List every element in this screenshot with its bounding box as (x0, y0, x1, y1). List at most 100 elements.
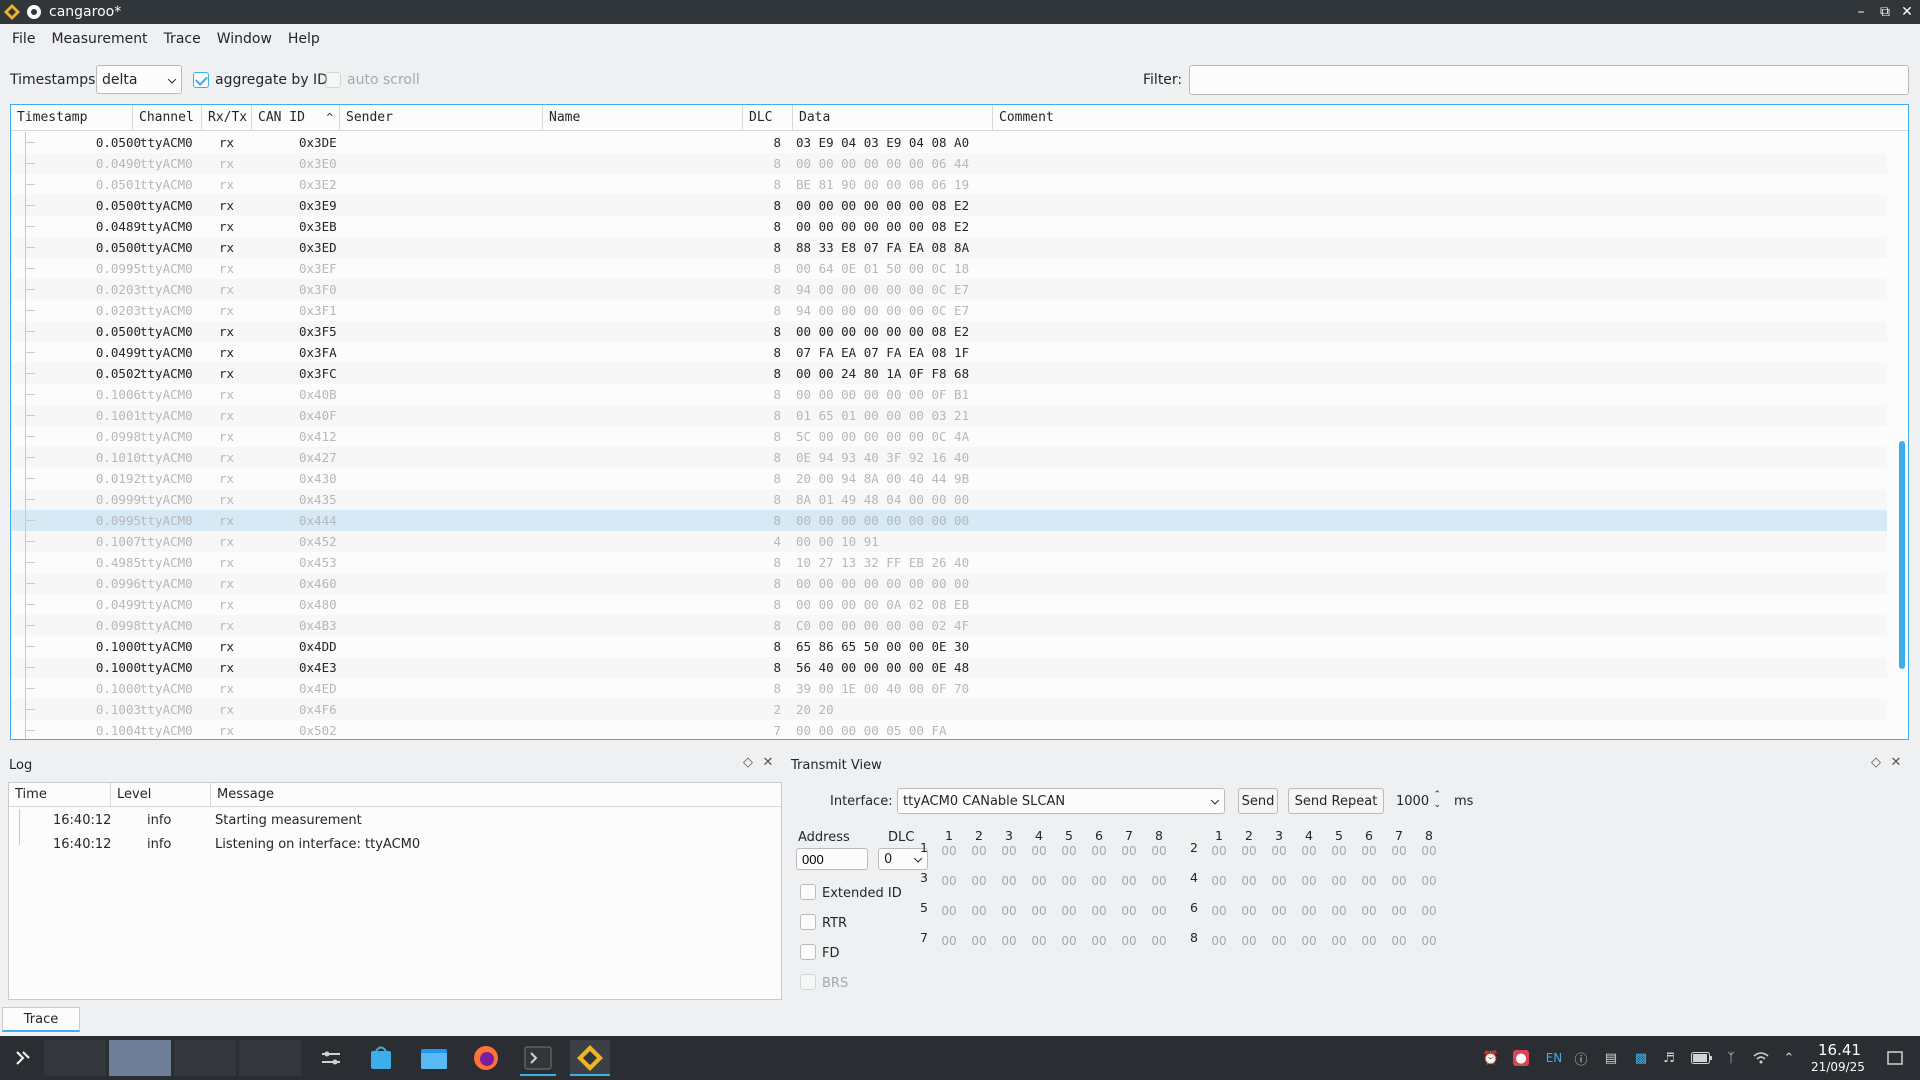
table-row[interactable]: 0.1000 ttyACM0 rx 0x4ED 8 39 00 1E 00 40 00 0… (11, 678, 1887, 699)
table-row[interactable]: 0.1010 ttyACM0 rx 0x427 8 0E 94 93 40 3F 92 1… (11, 447, 1887, 468)
maximize-icon[interactable]: ⧉ (1874, 0, 1896, 24)
menu-trace[interactable]: Trace (156, 31, 209, 47)
table-row[interactable]: 0.1007 ttyACM0 rx 0x452 4 00 00 10 91 (11, 531, 1887, 552)
byte-input[interactable]: 00 (1056, 934, 1082, 948)
close-icon[interactable]: ✕ (760, 754, 776, 770)
col-comment[interactable]: Comment (993, 105, 1887, 131)
col-data[interactable]: Data (793, 105, 993, 131)
app-launcher-icon[interactable] (8, 1040, 36, 1076)
float-icon[interactable]: ◇ (1868, 754, 1884, 770)
show-desktop-icon[interactable] (1886, 1050, 1904, 1066)
byte-input[interactable]: 00 (1026, 904, 1052, 918)
trace-scrollbar-thumb[interactable] (1899, 441, 1905, 669)
wifi-icon[interactable] (1753, 1050, 1769, 1066)
autoscroll-checkbox[interactable] (325, 72, 341, 88)
col-channel[interactable]: Channel (133, 105, 202, 131)
table-row[interactable]: 0.1003 ttyACM0 rx 0x4F6 2 20 20 (11, 699, 1887, 720)
table-row[interactable]: 0.1001 ttyACM0 rx 0x40F 8 01 65 01 00 00 00 0… (11, 405, 1887, 426)
menu-help[interactable]: Help (280, 31, 328, 47)
byte-input[interactable]: 00 (1146, 934, 1172, 948)
rtr-checkbox[interactable] (800, 914, 816, 930)
byte-input[interactable]: 00 (936, 874, 962, 888)
table-row[interactable]: 0.1006 ttyACM0 rx 0x40B 8 00 00 00 00 00 00 0… (11, 384, 1887, 405)
aggregate-checkbox[interactable] (193, 72, 209, 88)
col-dlc[interactable]: DLC (743, 105, 793, 131)
log-col-message[interactable]: Message (211, 783, 781, 807)
store-icon[interactable] (366, 1040, 396, 1076)
app-tray-icon[interactable]: ● (1513, 1050, 1529, 1066)
byte-input[interactable]: 00 (1266, 934, 1292, 948)
byte-input[interactable]: 00 (1266, 874, 1292, 888)
filter-input[interactable] (1189, 65, 1909, 95)
byte-input[interactable]: 00 (1296, 934, 1322, 948)
col-rxtx[interactable]: Rx/Tx (202, 105, 252, 131)
byte-input[interactable]: 00 (1206, 904, 1232, 918)
table-row[interactable]: 0.0203 ttyACM0 rx 0x3F1 8 94 00 00 00 00 00 0… (11, 300, 1887, 321)
byte-input[interactable]: 00 (1056, 874, 1082, 888)
interface-select[interactable]: ttyACM0 CANable SLCAN (897, 788, 1225, 814)
brs-checkbox[interactable] (800, 974, 816, 990)
col-name[interactable]: Name (543, 105, 743, 131)
log-col-level[interactable]: Level (111, 783, 211, 807)
byte-input[interactable]: 00 (1116, 934, 1142, 948)
byte-input[interactable]: 00 (1236, 874, 1262, 888)
byte-input[interactable]: 00 (996, 844, 1022, 858)
address-input[interactable] (796, 848, 868, 870)
byte-input[interactable]: 00 (996, 904, 1022, 918)
byte-input[interactable]: 00 (1206, 844, 1232, 858)
byte-input[interactable]: 00 (1236, 844, 1262, 858)
virtual-desktop-2[interactable] (109, 1040, 171, 1076)
battery-icon[interactable] (1691, 1050, 1713, 1066)
byte-input[interactable]: 00 (966, 904, 992, 918)
byte-input[interactable]: 00 (996, 934, 1022, 948)
clock-date[interactable]: 21/09/25 (1808, 1060, 1868, 1074)
byte-input[interactable]: 00 (1086, 904, 1112, 918)
extended-id-checkbox[interactable] (800, 884, 816, 900)
spin-updown-icon[interactable]: ⌃ ⌄ (1433, 790, 1441, 810)
table-row[interactable]: 0.0500 ttyACM0 rx 0x3DE 8 03 E9 04 03 E9 04 0… (11, 132, 1887, 153)
trace-table[interactable]: Timestamp Channel Rx/Tx CAN ID ^ Sender … (10, 104, 1909, 740)
table-row[interactable]: 0.0499 ttyACM0 rx 0x480 8 00 00 00 00 0A 02 0… (11, 594, 1887, 615)
byte-input[interactable]: 00 (1116, 904, 1142, 918)
table-row[interactable]: 0.0203 ttyACM0 rx 0x3F0 8 94 00 00 00 00 00 0… (11, 279, 1887, 300)
table-row[interactable]: 0.1000 ttyACM0 rx 0x4E3 8 56 40 00 00 00 00 0… (11, 657, 1887, 678)
trace-scrollbar[interactable] (1898, 133, 1906, 737)
byte-input[interactable]: 00 (936, 844, 962, 858)
send-repeat-button[interactable]: Send Repeat (1288, 788, 1384, 814)
byte-input[interactable]: 00 (996, 874, 1022, 888)
menu-measurement[interactable]: Measurement (43, 31, 155, 47)
chevron-up-icon[interactable]: ⌃ (1781, 1050, 1797, 1066)
log-col-time[interactable]: Time (9, 783, 111, 807)
virtual-desktop-1[interactable] (44, 1040, 106, 1076)
byte-input[interactable]: 00 (1116, 844, 1142, 858)
byte-input[interactable]: 00 (1086, 934, 1112, 948)
byte-input[interactable]: 00 (1086, 844, 1112, 858)
byte-input[interactable]: 00 (1386, 844, 1412, 858)
byte-input[interactable]: 00 (1296, 904, 1322, 918)
table-row[interactable]: 0.0999 ttyACM0 rx 0x435 8 8A 01 49 48 04 00 0… (11, 489, 1887, 510)
byte-input[interactable]: 00 (1236, 904, 1262, 918)
clock-time[interactable]: 16.41 (1818, 1041, 1861, 1059)
table-row[interactable]: 0.0490 ttyACM0 rx 0x3E0 8 00 00 00 00 00 00 0… (11, 153, 1887, 174)
byte-input[interactable]: 00 (1296, 874, 1322, 888)
log-table[interactable]: Time Level Message 16:40:12 info Startin… (8, 782, 782, 1000)
byte-input[interactable]: 00 (1386, 874, 1412, 888)
byte-input[interactable]: 00 (1206, 874, 1232, 888)
byte-input[interactable]: 00 (936, 904, 962, 918)
table-row[interactable]: 0.0998 ttyACM0 rx 0x4B3 8 C0 00 00 00 00 00 0… (11, 615, 1887, 636)
log-row[interactable]: 16:40:12 info Listening on interface: tt… (9, 833, 781, 857)
byte-input[interactable]: 00 (1416, 934, 1442, 948)
timestamps-select[interactable]: delta (96, 65, 182, 94)
byte-input[interactable]: 00 (1356, 904, 1382, 918)
byte-input[interactable]: 00 (1146, 904, 1172, 918)
system-settings-icon[interactable] (316, 1040, 346, 1076)
byte-input[interactable]: 00 (1416, 844, 1442, 858)
byte-input[interactable]: 00 (1026, 844, 1052, 858)
byte-input[interactable]: 00 (1386, 934, 1412, 948)
float-icon[interactable]: ◇ (740, 754, 756, 770)
close-icon[interactable]: ✕ (1896, 0, 1918, 24)
table-row[interactable]: 0.1004 ttyACM0 rx 0x502 7 00 00 00 00 05 00 F… (11, 720, 1887, 739)
byte-input[interactable]: 00 (1146, 874, 1172, 888)
table-row[interactable]: 0.0502 ttyACM0 rx 0x3FC 8 00 00 24 80 1A 0F F… (11, 363, 1887, 384)
byte-input[interactable]: 00 (1086, 874, 1112, 888)
